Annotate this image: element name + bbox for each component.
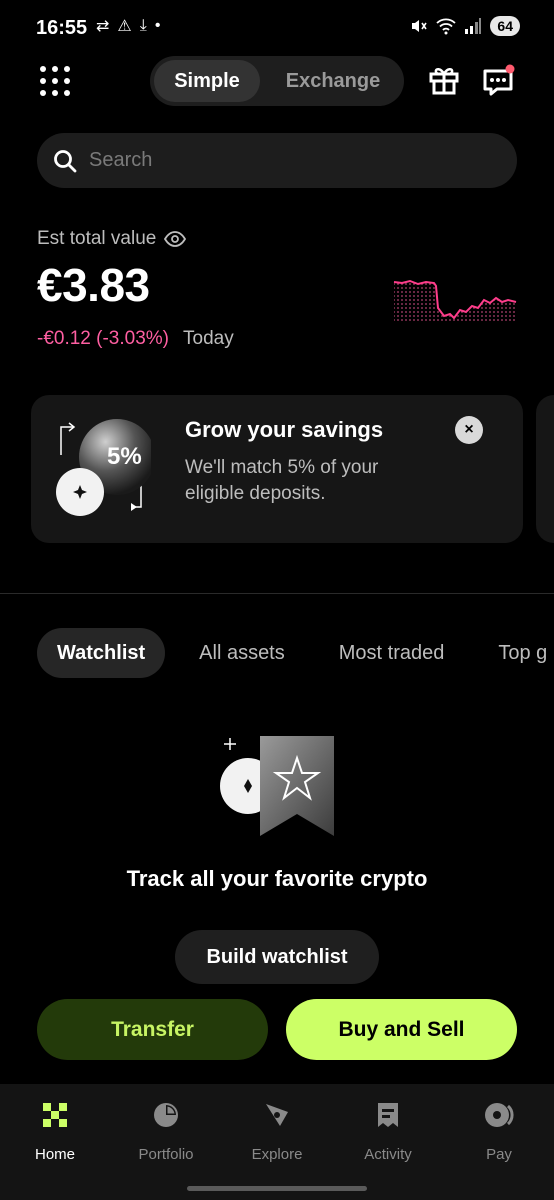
mute-icon (412, 20, 428, 32)
close-icon[interactable]: × (455, 416, 483, 444)
compass-icon (266, 1104, 288, 1126)
watchlist-empty-message: Track all your favorite crypto (126, 866, 428, 891)
receipt-icon (378, 1103, 398, 1127)
promo-body: We'll match 5% of your eligible deposits… (185, 457, 379, 504)
dot-icon: • (154, 17, 161, 34)
status-bar: 16:55 ⇄ ⚠ ⤓ • 64 (0, 0, 554, 58)
messages-icon[interactable] (482, 64, 516, 96)
value-change: -€0.12 (-3.03%) Today (37, 328, 234, 350)
home-indicator[interactable] (187, 1186, 367, 1191)
section-divider (0, 593, 554, 594)
promo-badge: 5% (107, 443, 142, 470)
transfer-button[interactable]: Transfer (37, 999, 268, 1060)
eye-icon[interactable] (164, 231, 187, 247)
search-input[interactable] (89, 133, 489, 188)
menu-grid-icon[interactable] (40, 66, 70, 96)
nav-pay[interactable]: Pay (449, 1100, 549, 1163)
swap-arrows-icon: ⇄ (96, 18, 110, 35)
mode-simple-button[interactable]: Simple (154, 60, 260, 102)
gift-icon[interactable] (428, 64, 460, 96)
nav-home[interactable]: Home (5, 1100, 105, 1163)
download-icon: ⤓ (139, 17, 147, 34)
tab-most-traded[interactable]: Most traded (319, 628, 465, 678)
status-time: 16:55 (36, 17, 88, 39)
tab-top[interactable]: Top g (478, 628, 554, 678)
promo-title: Grow your savings (185, 417, 384, 442)
est-total-value-label: Est total value (37, 228, 187, 250)
home-x-icon (43, 1103, 67, 1127)
tab-watchlist[interactable]: Watchlist (37, 628, 166, 678)
buy-and-sell-button[interactable]: Buy and Sell (286, 999, 517, 1060)
portfolio-sparkline (393, 279, 517, 322)
watchlist-illustration (220, 736, 334, 836)
pay-icon (485, 1103, 514, 1127)
warning-icon: ⚠ (117, 18, 132, 35)
mode-exchange-button[interactable]: Exchange (266, 60, 400, 102)
search-icon (54, 150, 77, 173)
pie-chart-icon (154, 1103, 178, 1127)
search-bar[interactable] (37, 133, 517, 188)
build-watchlist-button[interactable]: Build watchlist (175, 930, 379, 984)
change-period: Today (183, 328, 234, 349)
bottom-nav: Home Portfolio Explore Activity Pay (0, 1084, 554, 1200)
next-promo-card[interactable] (536, 395, 554, 543)
total-value: €3.83 (37, 259, 150, 311)
battery-indicator: 64 (490, 16, 520, 36)
signal-icon (465, 18, 482, 34)
promo-card[interactable]: 5% Grow your savings We'll match 5% of y… (31, 395, 523, 543)
change-amount: -€0.12 (-3.03%) (37, 328, 170, 349)
nav-explore[interactable]: Explore (227, 1100, 327, 1163)
asset-tabs: Watchlist All assets Most traded Top g (37, 628, 554, 678)
nav-activity[interactable]: Activity (338, 1100, 438, 1163)
wifi-icon (436, 18, 457, 35)
nav-portfolio[interactable]: Portfolio (116, 1100, 216, 1163)
mode-toggle: Simple Exchange (150, 56, 404, 106)
tab-all-assets[interactable]: All assets (179, 628, 305, 678)
